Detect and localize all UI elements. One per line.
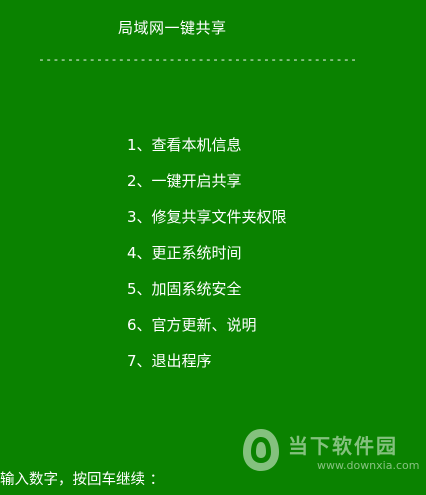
watermark-url: www.downxia.com [317, 459, 420, 472]
menu-item-exit: 7、退出程序 [127, 351, 212, 370]
menu-item-repair-permissions: 3、修复共享文件夹权限 [127, 207, 287, 226]
console-window: 局域网一键共享 --------------------------------… [0, 0, 426, 495]
menu-item-view-info: 1、查看本机信息 [127, 135, 242, 154]
menu-item-update-info: 6、官方更新、说明 [127, 315, 257, 334]
watermark-name: 当下软件园 [288, 434, 398, 458]
menu-title: 局域网一键共享 [118, 19, 227, 37]
menu-item-enable-sharing: 2、一键开启共享 [127, 171, 242, 190]
menu-item-harden-security: 5、加固系统安全 [127, 279, 242, 298]
watermark-logo-icon [243, 429, 279, 471]
menu-list: 1、查看本机信息 2、一键开启共享 3、修复共享文件夹权限 4、更正系统时间 5… [127, 126, 287, 378]
divider-line: ----------------------------------------… [38, 52, 358, 66]
watermark: 当下软件园 www.downxia.com [240, 426, 420, 480]
input-prompt[interactable]: 输入数字，按回车继续 ： [0, 468, 164, 489]
menu-item-correct-time: 4、更正系统时间 [127, 243, 242, 262]
